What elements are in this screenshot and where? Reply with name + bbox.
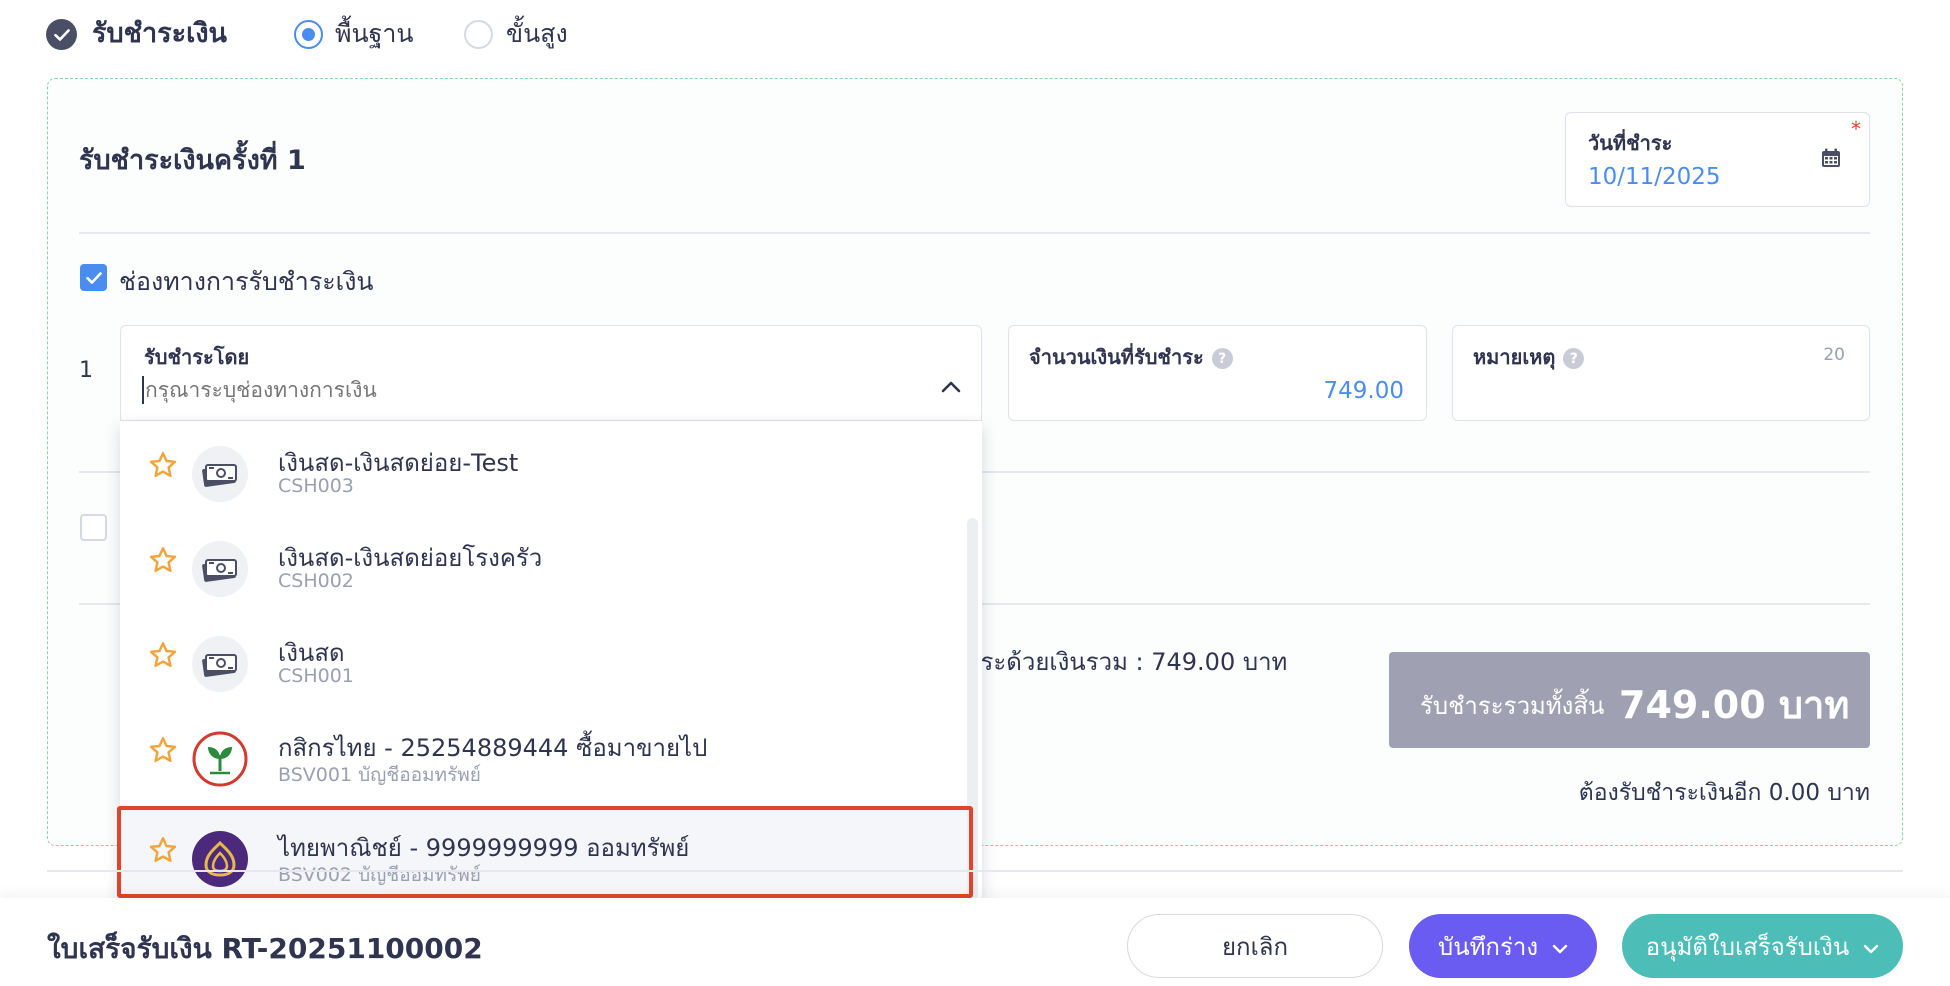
note-field[interactable]: หมายเหตุ? 20 <box>1452 325 1870 421</box>
amount-label-wrap: จำนวนเงินที่รับชำระ? <box>1029 341 1233 373</box>
pay-by-label: รับชำระโดย <box>144 345 250 369</box>
grand-total-value: 749.00 บาท <box>1619 683 1850 727</box>
dropdown-option[interactable]: เงินสด-เงินสดย่อยโรงครัว CSH002 <box>120 516 968 611</box>
radio-advanced[interactable] <box>464 20 493 49</box>
receipt-title: ใบเสร็จรับเงิน RT-20251100002 <box>47 932 483 965</box>
partial-total-text: าระด้วยเงินรวม : 749.00 บาท <box>967 648 1288 676</box>
radio-basic[interactable] <box>294 20 323 49</box>
payment-date-label: วันที่ชำระ <box>1588 131 1673 155</box>
radio-basic-label[interactable]: พื้นฐาน <box>335 14 414 54</box>
dropdown-option-selected[interactable]: ไทยพาณิชย์ - 9999999999 ออมทรัพย์ BSV002… <box>120 806 968 901</box>
cash-icon <box>192 636 248 692</box>
star-icon[interactable] <box>148 641 178 673</box>
pay-by-select[interactable]: รับชำระโดย <box>120 325 982 421</box>
chevron-up-icon[interactable] <box>941 378 961 397</box>
option-code: CSH002 <box>278 570 354 592</box>
required-mark: * <box>1851 117 1861 141</box>
remaining-text: ต้องรับชำระเงินอีก 0.00 บาท <box>1578 780 1870 806</box>
section-check-icon <box>46 19 77 50</box>
star-icon[interactable] <box>148 451 178 483</box>
note-char-counter: 20 <box>1823 345 1845 365</box>
approve-receipt-button-label: อนุมัติใบเสร็จรับเงิน <box>1645 932 1850 961</box>
payment-date-value[interactable]: 10/11/2025 <box>1588 164 1721 190</box>
grand-total-box: รับชำระรวมทั้งสิ้น 749.00 บาท <box>1389 652 1870 748</box>
approve-receipt-button[interactable]: อนุมัติใบเสร็จรับเงิน <box>1622 914 1903 978</box>
cash-icon <box>192 541 248 597</box>
chevron-down-icon[interactable] <box>1552 932 1568 960</box>
card-divider <box>79 232 1870 234</box>
star-icon[interactable] <box>148 836 178 868</box>
pay-by-input[interactable] <box>145 374 905 406</box>
note-label-wrap: หมายเหตุ? <box>1473 341 1585 373</box>
cancel-button[interactable]: ยกเลิก <box>1127 914 1383 978</box>
dropdown-option[interactable]: เงินสด CSH001 <box>120 611 968 706</box>
payment-channel-checkbox[interactable] <box>80 264 107 291</box>
section-title: รับชำระเงิน <box>92 18 227 49</box>
second-checkbox[interactable] <box>80 514 107 541</box>
note-label: หมายเหตุ <box>1473 345 1556 369</box>
note-help-icon[interactable]: ? <box>1563 348 1585 369</box>
cancel-button-label: ยกเลิก <box>1221 932 1289 961</box>
payment-date-field[interactable]: วันที่ชำระ * 10/11/2025 <box>1565 112 1870 207</box>
amount-help-icon[interactable]: ? <box>1211 348 1233 369</box>
footer-divider <box>47 870 1903 872</box>
save-draft-button[interactable]: บันทึกร่าง <box>1409 914 1597 978</box>
cash-icon <box>192 446 248 502</box>
row-number: 1 <box>79 358 93 383</box>
chevron-down-icon[interactable] <box>1863 932 1879 960</box>
amount-field[interactable]: จำนวนเงินที่รับชำระ? 749.00 <box>1008 325 1427 421</box>
option-code: BSV002 บัญชีออมทรัพย์ <box>278 864 481 886</box>
dropdown-option[interactable]: เงินสด-เงินสดย่อย-Test CSH003 <box>120 421 968 516</box>
save-draft-button-label: บันทึกร่าง <box>1437 932 1539 961</box>
radio-advanced-label[interactable]: ขั้นสูง <box>506 14 568 54</box>
amount-value[interactable]: 749.00 <box>1324 378 1404 404</box>
amount-label: จำนวนเงินที่รับชำระ <box>1029 345 1204 369</box>
option-code: BSV001 บัญชีออมทรัพย์ <box>278 764 481 786</box>
star-icon[interactable] <box>148 546 178 578</box>
dropdown-scrollbar[interactable] <box>967 518 978 900</box>
option-code: CSH001 <box>278 665 354 687</box>
calendar-icon[interactable] <box>1821 148 1841 172</box>
option-code: CSH003 <box>278 475 354 497</box>
dropdown-option[interactable]: กสิกรไทย - 25254889444 ซื้อมาขายไป BSV00… <box>120 706 968 801</box>
kbank-logo-icon <box>192 731 248 787</box>
scb-logo-icon <box>192 831 248 887</box>
payment-channel-label[interactable]: ช่องทางการรับชำระเงิน <box>119 262 374 302</box>
text-caret <box>142 376 144 404</box>
pay-by-dropdown[interactable]: เงินสด-เงินสดย่อย-Test CSH003 เงินสด-เงิ… <box>120 421 982 901</box>
star-icon[interactable] <box>148 736 178 768</box>
payment-card-title: รับชำระเงินครั้งที่ 1 <box>79 145 306 176</box>
grand-total-label: รับชำระรวมทั้งสิ้น <box>1420 692 1605 720</box>
